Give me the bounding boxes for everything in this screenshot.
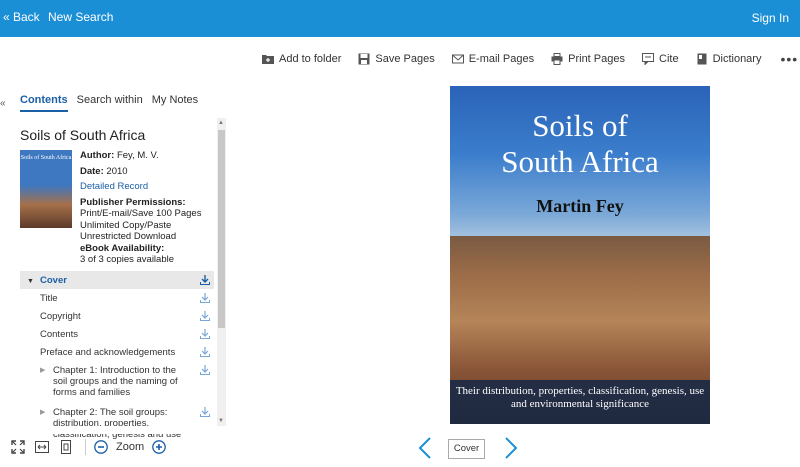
- table-of-contents: ▼ Cover Title Copyright Contents Preface…: [20, 271, 214, 440]
- download-icon[interactable]: [200, 293, 210, 303]
- email-pages-label: E-mail Pages: [468, 53, 535, 65]
- book-meta: Author: Fey, M. V. Date: 2010 Detailed R…: [80, 150, 201, 266]
- add-to-folder-label: Add to folder: [279, 53, 342, 65]
- cover-author: Martin Fey: [536, 196, 624, 216]
- print-pages-button[interactable]: Print Pages: [551, 53, 625, 65]
- thumbnail-title: Soils of South Africa: [20, 155, 72, 161]
- toc-item-contents[interactable]: Contents: [20, 325, 214, 343]
- toolbar: Add to folder Save Pages E-mail Pages Pr…: [262, 50, 798, 68]
- zoom-label: Zoom: [116, 441, 145, 453]
- toc-item-chapter-1[interactable]: ▶ Chapter 1: Introduction to the soil gr…: [20, 365, 214, 398]
- download-icon[interactable]: [200, 275, 210, 285]
- toc-item-label: Title: [40, 293, 58, 304]
- toc-item-title[interactable]: Title: [20, 289, 214, 307]
- author-value: Fey, M. V.: [116, 150, 159, 161]
- fit-page-icon[interactable]: [59, 440, 73, 454]
- date-value: 2010: [106, 165, 128, 177]
- envelope-icon: [451, 54, 464, 64]
- permissions-copy: Unlimited Copy/Paste: [80, 219, 172, 231]
- scroll-down-icon[interactable]: ▼: [218, 418, 224, 424]
- toc-item-label: Cover: [40, 275, 67, 286]
- permissions-print: Print/E-mail/Save 100 Pages: [80, 208, 202, 219]
- cite-label: Cite: [659, 53, 679, 65]
- printer-icon: [551, 53, 563, 65]
- download-icon[interactable]: [200, 407, 210, 417]
- caret-right-icon[interactable]: ▶: [40, 365, 45, 376]
- toc-item-label: Chapter 1: Introduction to the soil grou…: [53, 365, 178, 398]
- sidebar-scrollbar[interactable]: ▲ ▼: [217, 118, 226, 426]
- author-label: Author:: [80, 150, 115, 161]
- caret-down-icon[interactable]: ▼: [27, 276, 34, 287]
- top-bar: « Back New Search Sign In: [0, 0, 800, 37]
- save-icon: [358, 53, 370, 65]
- new-search-link[interactable]: New Search: [48, 10, 113, 24]
- cite-icon: [642, 53, 654, 65]
- sign-in-link[interactable]: Sign In: [752, 11, 789, 25]
- cite-button[interactable]: Cite: [642, 53, 679, 65]
- download-icon[interactable]: [200, 311, 210, 321]
- book-icon: [697, 53, 707, 65]
- zoom-out-icon[interactable]: [94, 440, 108, 454]
- tab-contents[interactable]: Contents: [20, 94, 68, 112]
- availability-value: 3 of 3 copies available: [80, 254, 175, 265]
- more-options-button[interactable]: •••: [780, 51, 798, 67]
- toc-item-copyright[interactable]: Copyright: [20, 307, 214, 325]
- toc-item-label: Contents: [40, 329, 79, 340]
- zoom-in-icon[interactable]: [152, 440, 166, 454]
- collapse-sidebar-button[interactable]: «: [0, 98, 6, 109]
- download-icon[interactable]: [200, 347, 210, 357]
- page-indicator[interactable]: Cover: [448, 439, 485, 459]
- tab-my-notes[interactable]: My Notes: [152, 94, 198, 112]
- dictionary-button[interactable]: Dictionary: [696, 53, 762, 65]
- download-icon[interactable]: [200, 365, 210, 375]
- print-pages-label: Print Pages: [568, 53, 625, 65]
- permissions-download: Unrestricted Download: [80, 231, 177, 242]
- sidebar-tabs: Contents Search within My Notes: [20, 94, 207, 112]
- scroll-up-icon[interactable]: ▲: [218, 120, 224, 126]
- tab-search-within[interactable]: Search within: [77, 94, 143, 112]
- toc-item-cover[interactable]: ▼ Cover: [20, 271, 214, 289]
- email-pages-button[interactable]: E-mail Pages: [451, 53, 535, 65]
- book-thumbnail[interactable]: Soils of South Africa: [20, 150, 72, 228]
- availability-label: eBook Availability:: [80, 242, 165, 254]
- scrollbar-thumb[interactable]: [218, 130, 225, 328]
- dictionary-label: Dictionary: [712, 53, 762, 65]
- toc-item-chapter-2[interactable]: ▶ Chapter 2: The soil groups: distributi…: [20, 407, 214, 440]
- book-info: Soils of South Africa Author: Fey, M. V.…: [20, 150, 214, 266]
- save-pages-label: Save Pages: [375, 53, 435, 65]
- cover-title: Soils of South Africa: [501, 108, 659, 179]
- permissions-label: Publisher Permissions:: [80, 196, 186, 208]
- viewer-controls: Zoom: [11, 439, 176, 455]
- add-to-folder-button[interactable]: Add to folder: [262, 53, 341, 65]
- back-link[interactable]: « Back: [3, 10, 40, 24]
- toc-item-preface[interactable]: Preface and acknowledgements: [20, 343, 214, 361]
- caret-right-icon[interactable]: ▶: [40, 407, 45, 418]
- book-cover-page: Soils of South Africa Martin Fey Their d…: [450, 86, 710, 424]
- folder-add-icon: [262, 55, 274, 64]
- fit-width-icon[interactable]: [35, 440, 49, 454]
- cover-subtitle: Their distribution, properties, classifi…: [455, 385, 705, 410]
- previous-page-icon[interactable]: [417, 437, 433, 459]
- download-icon[interactable]: [200, 329, 210, 339]
- toc-item-label: Chapter 2: The soil groups: distribution…: [53, 407, 182, 440]
- fullscreen-icon[interactable]: [11, 440, 25, 454]
- book-title: Soils of South Africa: [20, 127, 146, 143]
- date-label: Date:: [80, 165, 104, 177]
- next-page-icon[interactable]: [503, 437, 519, 459]
- save-pages-button[interactable]: Save Pages: [358, 53, 435, 65]
- toc-item-label: Preface and acknowledgements: [40, 347, 176, 358]
- detailed-record-link[interactable]: Detailed Record: [80, 181, 201, 193]
- toc-item-label: Copyright: [40, 311, 81, 322]
